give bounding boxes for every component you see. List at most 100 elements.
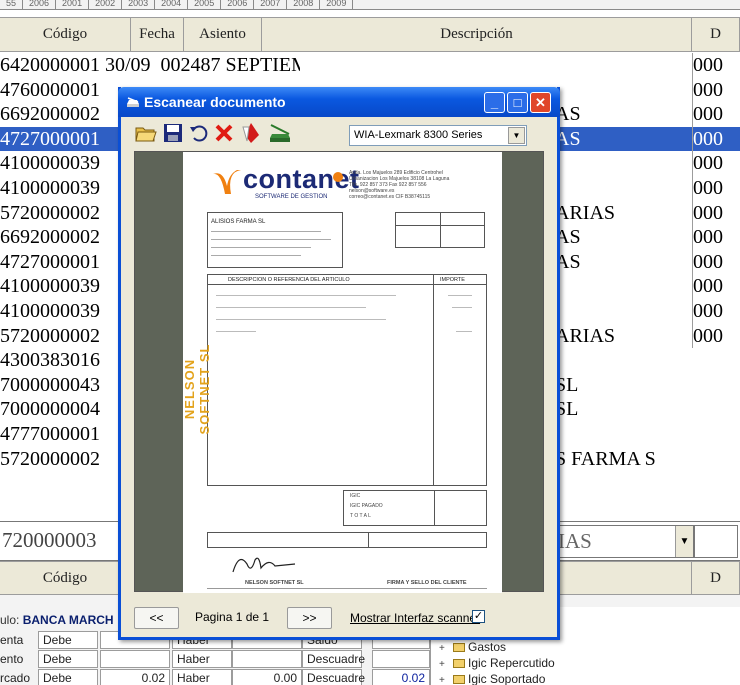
next-page-button[interactable]: >> [287, 607, 332, 629]
dialog-footer: << Pagina 1 de 1 >> Mostrar Interfaz sca… [121, 598, 557, 634]
totals-box: IGIC IGIC PAGADO T O T A L [343, 490, 487, 526]
year-tab-strip: 55 2006 2001 2002 2003 2004 2005 2006 2007 2008 20… [0, 0, 740, 10]
total-label-igic: IGIC [350, 493, 361, 499]
tree-item-label: Igic Soportado [468, 672, 546, 685]
items-header-amount: IMPORTE [440, 277, 465, 283]
expand-icon[interactable]: + [439, 673, 447, 685]
dialog-titlebar[interactable]: Escanear documento _ □ ✕ [118, 87, 560, 117]
summary-third-val[interactable]: 0.02 [372, 669, 430, 685]
summary-debe-val[interactable] [100, 650, 170, 668]
page-indicator: Pagina 1 de 1 [195, 610, 270, 624]
year-tab[interactable]: 2004 [155, 0, 189, 9]
summary-debe: Debe [38, 669, 98, 685]
show-scanner-interface-checkbox[interactable]: ✓ [472, 610, 485, 623]
contanet-logo-mark [213, 170, 241, 194]
row-description-cell: ARIAS [555, 201, 616, 224]
col-header-d[interactable]: D [692, 18, 740, 51]
chevron-down-icon[interactable]: ▼ [508, 127, 525, 144]
summary-debe-val[interactable]: 0.02 [100, 669, 170, 685]
row-d-cell: 000 [692, 151, 740, 176]
scanner-select[interactable]: WIA-Lexmark 8300 Series ▼ [349, 125, 527, 146]
close-button[interactable]: ✕ [530, 92, 551, 113]
scanner-select-value: WIA-Lexmark 8300 Series [354, 129, 483, 141]
open-folder-icon[interactable] [134, 121, 158, 145]
year-tab[interactable]: 55 [0, 0, 24, 9]
delete-icon[interactable] [212, 121, 236, 145]
previous-page-button[interactable]: << [134, 607, 179, 629]
col-header-fecha[interactable]: Fecha [131, 18, 184, 51]
tree-item[interactable]: + Igic Repercutido [439, 655, 555, 671]
description-combo[interactable]: IAS ▼ [555, 525, 694, 558]
scanner-icon[interactable] [268, 121, 292, 145]
client-box: ALISIOS FARMA SL [207, 212, 343, 268]
summary-debe: Debe [38, 650, 98, 668]
show-scanner-interface-label[interactable]: Mostrar Interfaz scanner [350, 611, 480, 625]
brand-subtitle: SOFTWARE DE GESTION [255, 194, 328, 200]
folder-icon [453, 659, 465, 668]
edit-d-field[interactable] [694, 525, 738, 558]
footer-col-codigo[interactable]: Código [0, 562, 131, 594]
save-icon[interactable] [161, 121, 185, 145]
summary-label: rcado [0, 671, 31, 685]
brand-dot [333, 172, 343, 182]
company-address: Avda. Los Majuelos 289 Edificio Centrohe… [349, 170, 499, 200]
tree-item[interactable]: + Gastos [439, 639, 506, 655]
year-tab[interactable]: 2006 [221, 0, 255, 9]
summary-debe: Debe [38, 631, 98, 649]
year-tab[interactable]: 2005 [188, 0, 222, 9]
summary-haber-val[interactable]: 0.00 [232, 669, 302, 685]
acrobat-pdf-icon[interactable] [239, 121, 263, 145]
footer-col-d[interactable]: D [692, 562, 740, 594]
dialog-toolbar: WIA-Lexmark 8300 Series ▼ [121, 117, 557, 151]
signature [232, 557, 296, 573]
side-brand: NELSON SOFTNET SL [182, 343, 212, 435]
summary-haber: Haber [172, 669, 232, 685]
payment-box [207, 532, 487, 548]
year-tab[interactable]: 2009 [320, 0, 354, 9]
invoice-meta-box [395, 212, 485, 248]
year-tab[interactable]: 2001 [56, 0, 90, 9]
year-tab[interactable]: 2002 [89, 0, 123, 9]
row-d-cell: 000 [692, 200, 740, 226]
account-name: BANCA MARCH [22, 613, 114, 627]
table-row[interactable]: 6420000001 30/09 002487 SEPTIEMBRE 000 [0, 53, 740, 78]
account-title: ulo: BANCA MARCH [0, 613, 114, 627]
scan-preview[interactable]: contanet SOFTWARE DE GESTION Avda. Los M… [134, 151, 544, 593]
summary-haber-val[interactable] [232, 650, 302, 668]
total-label-igic-paid: IGIC PAGADO [350, 503, 383, 509]
tree-item[interactable]: + Igic Soportado [439, 671, 545, 685]
description-combo-value: IAS [558, 529, 592, 553]
summary-third-val[interactable] [372, 650, 430, 668]
folder-icon [453, 675, 465, 684]
summary-third: Descuadre [302, 669, 365, 685]
col-header-descripcion[interactable]: Descripción [262, 18, 692, 51]
edit-code-field[interactable]: 720000003 [2, 528, 97, 553]
undo-icon[interactable] [187, 121, 211, 145]
row-description-cell: ARIAS [555, 324, 616, 347]
scanned-page: contanet SOFTWARE DE GESTION Avda. Los M… [182, 152, 502, 593]
year-tab[interactable]: 2006 [23, 0, 57, 9]
summary-label: ento [0, 652, 24, 666]
client-name: ALISIOS FARMA SL [211, 219, 266, 225]
row-d-cell: 000 [692, 175, 740, 201]
scanner-icon [127, 97, 139, 107]
row-d-cell: 000 [692, 298, 740, 324]
col-header-codigo[interactable]: Código [0, 18, 131, 51]
year-tab[interactable]: 2007 [254, 0, 288, 9]
folder-icon [453, 643, 465, 652]
row-d-cell: 000 [692, 126, 740, 152]
summary-haber: Haber [172, 650, 232, 668]
row-d-cell: 000 [692, 225, 740, 250]
footer-signature-label: FIRMA Y SELLO DEL CLIENTE [387, 580, 467, 586]
maximize-button[interactable]: □ [507, 92, 528, 113]
items-table: DESCRIPCION O REFERENCIA DEL ARTICULO IM… [207, 274, 487, 486]
row-d-cell: 000 [692, 323, 740, 349]
col-header-asiento[interactable]: Asiento [184, 18, 262, 51]
year-tab[interactable]: 2003 [122, 0, 156, 9]
summary-label: enta [0, 633, 24, 647]
minimize-button[interactable]: _ [484, 92, 505, 113]
chevron-down-icon[interactable]: ▼ [675, 526, 693, 557]
tree-item-label: Igic Repercutido [468, 656, 555, 670]
year-tab[interactable]: 2008 [287, 0, 321, 9]
row-d-cell: 000 [692, 102, 740, 127]
